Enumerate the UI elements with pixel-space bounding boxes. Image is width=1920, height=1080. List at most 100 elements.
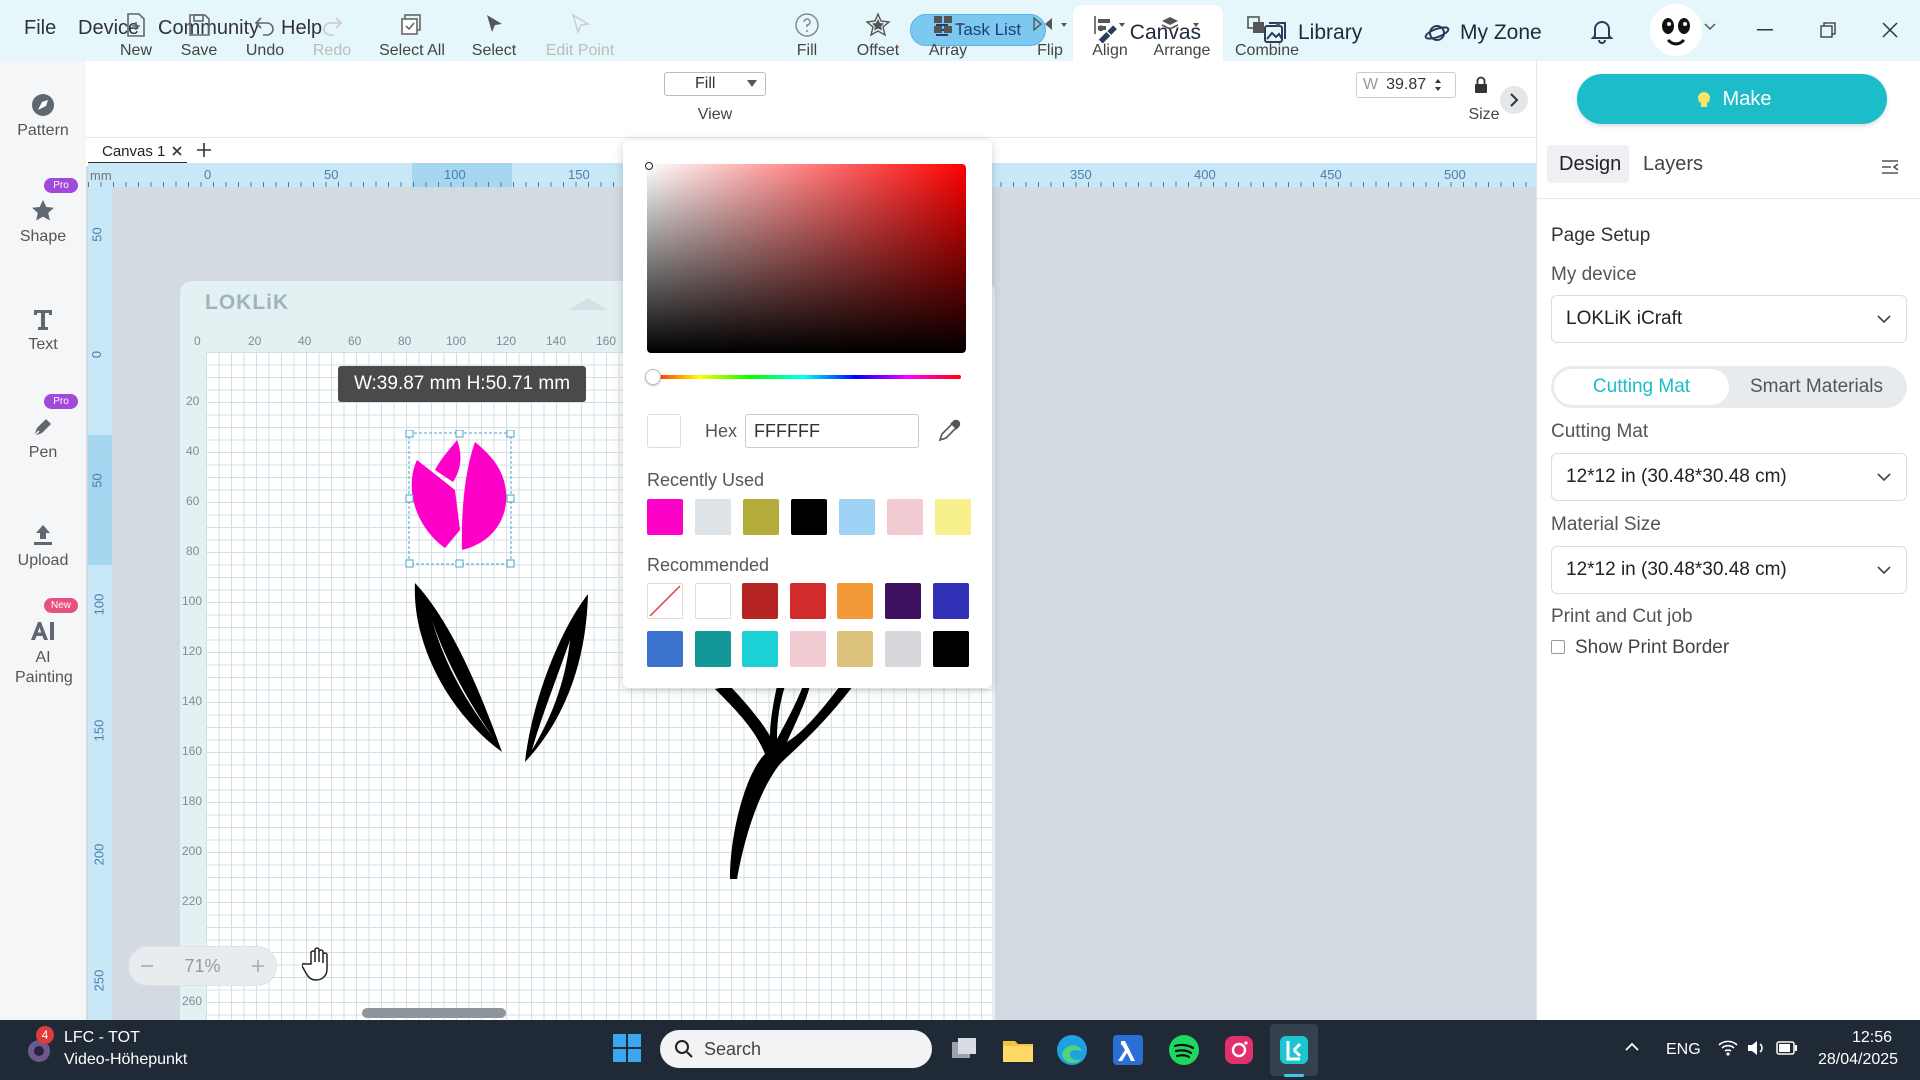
toolbar-scroll-right-button[interactable] [1500,86,1528,114]
stem-shape[interactable] [715,684,855,884]
redo-button[interactable]: Redo [310,12,354,60]
undo-button[interactable]: Undo [242,12,288,60]
tulip-shape[interactable] [405,430,515,570]
color-swatch[interactable] [742,631,779,667]
task-view-icon[interactable] [946,1032,982,1068]
eyedropper-icon[interactable] [936,418,962,444]
leaf-shape-left[interactable] [410,580,505,755]
loklik-app-icon[interactable] [1276,1032,1312,1068]
chevron-down-icon [1877,473,1891,482]
windows-start-icon[interactable] [612,1033,642,1063]
edge-browser-icon[interactable] [1054,1032,1090,1068]
edit-point-button[interactable]: Edit Point [544,12,616,60]
instagram-icon[interactable] [1221,1032,1257,1068]
color-swatch[interactable] [935,499,971,535]
taskbar-search[interactable]: Search [660,1030,932,1068]
tab-my-zone[interactable]: My Zone [1402,5,1564,61]
flip-button[interactable]: Flip [1030,12,1070,60]
close-tab-icon[interactable] [171,145,183,157]
canvas-tab[interactable]: Canvas 1 [88,140,188,164]
array-button[interactable]: Array [924,12,972,60]
chevron-down-icon[interactable] [1704,22,1716,32]
color-swatch[interactable] [647,499,683,535]
color-swatch[interactable] [647,631,683,667]
combine-button[interactable]: Combine [1234,12,1300,60]
saturation-cursor[interactable] [645,162,653,170]
color-swatch[interactable] [743,499,779,535]
material-size-select[interactable]: 12*12 in (30.48*30.48 cm) [1551,546,1907,594]
menu-file[interactable]: File [24,17,56,40]
offset-button[interactable]: Offset [854,12,902,60]
sidebar-item-pen[interactable]: Pen [0,414,86,462]
chevron-up-icon[interactable] [1624,1040,1640,1052]
language-indicator[interactable]: ENG [1666,1041,1701,1059]
select-button[interactable]: Select [470,12,518,60]
color-swatch[interactable] [884,631,921,667]
add-canvas-button[interactable] [194,140,214,160]
width-field[interactable]: W 39.87 [1356,72,1456,98]
color-swatch[interactable] [789,583,826,619]
minimize-button[interactable] [1745,10,1785,50]
zoom-out-icon[interactable] [139,958,155,974]
close-button[interactable] [1870,10,1910,50]
sidebar-item-pattern[interactable]: Pattern [0,92,86,140]
save-button[interactable]: Save [178,12,220,60]
color-swatch[interactable] [694,583,731,619]
color-swatch[interactable] [789,631,826,667]
sidebar-item-shape[interactable]: Shape [0,198,86,246]
color-swatch[interactable] [742,583,779,619]
spotify-icon[interactable] [1166,1032,1202,1068]
pro-badge: Pro [44,178,78,193]
device-select[interactable]: LOKLiK iCraft [1551,295,1907,343]
avatar[interactable] [1650,4,1702,56]
lock-icon[interactable] [1474,76,1488,94]
color-swatch[interactable] [694,631,731,667]
canvas-tab-label: Canvas 1 [102,142,166,160]
align-button[interactable]: Align [1090,12,1130,60]
select-all-button[interactable]: Select All [378,12,446,60]
make-button[interactable]: Make [1577,74,1887,124]
sidebar-item-text[interactable]: Text [0,306,86,354]
hex-input[interactable] [745,414,919,448]
bell-icon[interactable] [1590,18,1614,44]
color-swatch[interactable] [884,583,921,619]
color-swatch[interactable] [932,583,969,619]
saturation-area[interactable] [647,164,966,353]
color-swatch[interactable] [695,499,731,535]
new-button[interactable]: New [116,12,156,60]
color-swatch[interactable] [839,499,875,535]
battery-icon[interactable] [1776,1041,1798,1055]
hue-slider-handle[interactable] [645,369,661,385]
color-swatch[interactable] [791,499,827,535]
color-swatch[interactable] [932,631,969,667]
arrange-button[interactable]: Arrange [1152,12,1212,60]
restore-button[interactable] [1808,10,1848,50]
lambda-app-icon[interactable] [1110,1032,1146,1068]
spinner-icon[interactable] [1434,78,1442,92]
clock-date[interactable]: 28/04/2025 [1818,1051,1898,1069]
no-color-swatch[interactable] [647,583,683,619]
hue-slider[interactable] [647,375,961,379]
wifi-icon[interactable] [1718,1039,1738,1057]
hand-icon[interactable] [302,946,336,982]
fill-button[interactable]: Fill [786,12,828,60]
sidebar-item-ai-painting[interactable]: AI Painting [0,618,86,688]
collapse-panel-icon[interactable] [1881,159,1899,175]
sidebar-item-upload[interactable]: Upload [0,522,86,570]
cutting-mat-select[interactable]: 12*12 in (30.48*30.48 cm) [1551,453,1907,501]
tab-layers[interactable]: Layers [1643,153,1703,176]
leaf-shape-right[interactable] [520,590,590,765]
color-swatch[interactable] [887,499,923,535]
clock-time[interactable]: 12:56 [1852,1029,1892,1047]
segment-cutting-mat[interactable]: Cutting Mat [1554,369,1729,405]
view-select[interactable]: Fill [664,72,766,96]
zoom-in-icon[interactable] [250,958,266,974]
segment-smart-materials[interactable]: Smart Materials [1729,369,1904,405]
color-swatch[interactable] [837,583,874,619]
horizontal-scrollbar[interactable] [362,1008,506,1018]
color-swatch[interactable] [837,631,874,667]
file-explorer-icon[interactable] [1000,1032,1036,1068]
show-print-border-checkbox[interactable] [1551,640,1565,654]
tab-design[interactable]: Design [1559,153,1621,176]
volume-icon[interactable] [1746,1039,1766,1057]
